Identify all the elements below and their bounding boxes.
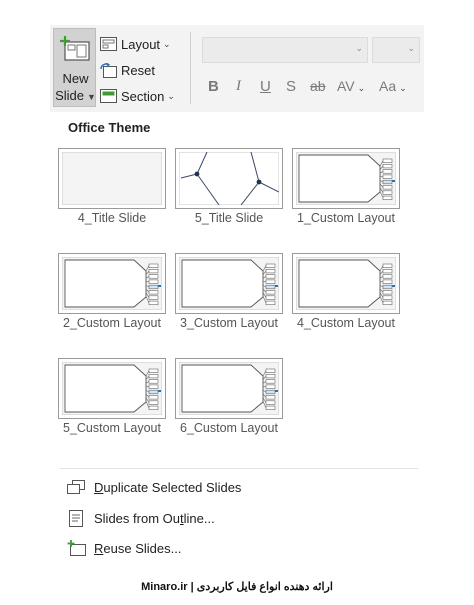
chevron-down-icon: ⌄ <box>355 43 363 53</box>
layout-thumbnail[interactable] <box>292 253 400 314</box>
layout-thumbnail[interactable] <box>58 253 166 314</box>
layout-thumbnail[interactable] <box>58 358 166 419</box>
layout-thumbnail[interactable] <box>175 358 283 419</box>
ribbon-divider <box>190 32 191 104</box>
layout-icon <box>100 37 117 51</box>
layout-preview <box>62 362 162 415</box>
layout-caption: 5_Title Slide <box>194 211 264 225</box>
reset-icon <box>100 62 117 78</box>
layout-thumbnail[interactable] <box>58 148 166 209</box>
reset-button[interactable]: Reset <box>100 59 155 81</box>
font-size-dropdown[interactable]: ⌄ <box>372 37 420 63</box>
layout-preview <box>296 152 396 205</box>
change-case-button[interactable]: Aa ⌄ <box>379 78 407 94</box>
reuse-slides-icon <box>66 539 86 557</box>
menu-item-label: Duplicate Selected Slides <box>94 479 242 495</box>
section-icon <box>100 89 117 103</box>
menu-item[interactable]: Reuse Slides... <box>66 538 181 558</box>
italic-button[interactable]: I <box>236 78 241 95</box>
layout-thumbnail[interactable] <box>292 148 400 209</box>
layout-thumbnail[interactable] <box>175 253 283 314</box>
section-button[interactable]: Section ⌄ <box>100 85 175 107</box>
new-slide-label-line1: New <box>62 71 89 86</box>
bold-button[interactable]: B <box>208 78 219 95</box>
layout-preview <box>62 257 162 310</box>
character-spacing-button[interactable]: AV ⌄ <box>337 78 365 94</box>
outline-document-icon <box>66 509 86 527</box>
menu-item[interactable]: Duplicate Selected Slides <box>66 477 241 497</box>
text-shadow-button[interactable]: S <box>286 78 296 95</box>
layout-caption: 4_Custom Layout <box>297 316 395 330</box>
new-slide-button[interactable]: New Slide ▼ <box>53 28 96 107</box>
section-label: Section <box>121 88 165 104</box>
new-slide-icon <box>60 36 90 61</box>
layout-label: Layout <box>121 36 161 52</box>
reset-label: Reset <box>121 62 155 78</box>
layout-thumbnail[interactable] <box>175 148 283 209</box>
new-slide-label-line2: Slide ▼ <box>55 88 96 103</box>
chevron-down-icon: ⌄ <box>407 43 415 53</box>
change-case-label: Aa <box>379 78 397 94</box>
layout-caption: 4_Title Slide <box>77 211 147 225</box>
layout-preview <box>62 152 162 205</box>
font-name-dropdown[interactable]: ⌄ <box>202 37 368 63</box>
layout-caption: 1_Custom Layout <box>297 211 395 225</box>
layout-caption: 3_Custom Layout <box>180 316 278 330</box>
layout-caption: 6_Custom Layout <box>180 421 278 435</box>
layout-preview <box>179 362 279 415</box>
layout-caption: 2_Custom Layout <box>63 316 161 330</box>
underline-button[interactable]: U <box>260 78 271 95</box>
layout-button[interactable]: Layout ⌄ <box>100 33 171 55</box>
gallery-title: Office Theme <box>68 120 151 135</box>
menu-item-label: Slides from Outline... <box>94 510 215 526</box>
layout-preview <box>179 152 279 205</box>
layout-preview <box>179 257 279 310</box>
character-spacing-label: AV <box>337 78 355 94</box>
watermark-footer: Minaro.ir | ارائه دهنده انواع فایل کاربر… <box>141 581 333 593</box>
layout-preview <box>296 257 396 310</box>
menu-divider <box>60 468 418 469</box>
menu-item[interactable]: Slides from Outline... <box>66 508 215 528</box>
menu-item-label: Reuse Slides... <box>94 540 182 556</box>
layout-caption: 5_Custom Layout <box>63 421 161 435</box>
strikethrough-button[interactable]: ab <box>310 78 326 94</box>
duplicate-slides-icon <box>66 478 86 496</box>
